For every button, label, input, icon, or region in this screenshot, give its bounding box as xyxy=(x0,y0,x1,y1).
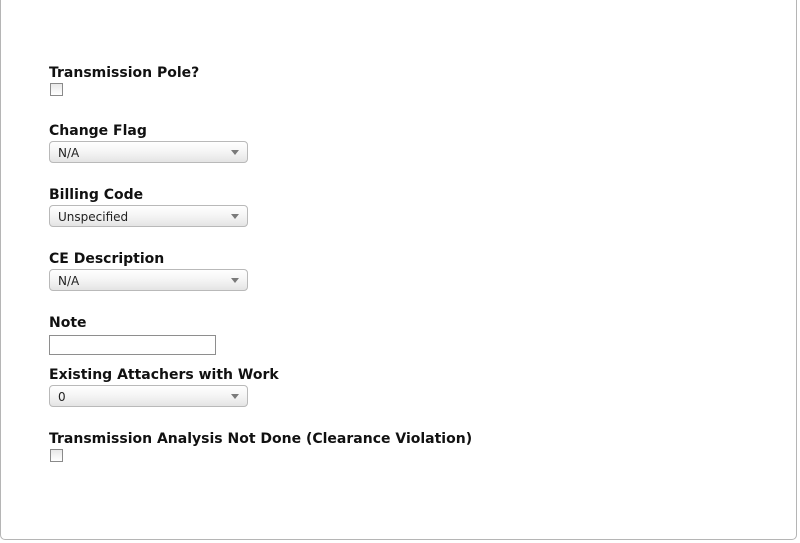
existing-attachers-select[interactable]: 0 xyxy=(49,385,248,407)
chevron-down-icon xyxy=(231,150,239,155)
transmission-analysis-label: Transmission Analysis Not Done (Clearanc… xyxy=(49,431,473,447)
change-flag-label: Change Flag xyxy=(49,123,147,139)
existing-attachers-value: 0 xyxy=(58,390,66,404)
change-flag-value: N/A xyxy=(58,146,80,160)
billing-code-value: Unspecified xyxy=(58,210,129,224)
transmission-pole-checkbox[interactable] xyxy=(50,83,63,96)
note-input[interactable] xyxy=(49,335,216,355)
existing-attachers-label: Existing Attachers with Work xyxy=(49,367,279,383)
billing-code-label: Billing Code xyxy=(49,187,144,203)
chevron-down-icon xyxy=(231,278,239,283)
ce-description-value: N/A xyxy=(58,274,80,288)
ce-description-select[interactable]: N/A xyxy=(49,269,248,291)
ce-description-label: CE Description xyxy=(49,251,165,267)
change-flag-select[interactable]: N/A xyxy=(49,141,248,163)
note-label: Note xyxy=(49,315,87,331)
billing-code-select[interactable]: Unspecified xyxy=(49,205,248,227)
transmission-analysis-checkbox[interactable] xyxy=(50,449,63,462)
chevron-down-icon xyxy=(231,394,239,399)
chevron-down-icon xyxy=(231,214,239,219)
transmission-pole-label: Transmission Pole? xyxy=(49,65,200,81)
